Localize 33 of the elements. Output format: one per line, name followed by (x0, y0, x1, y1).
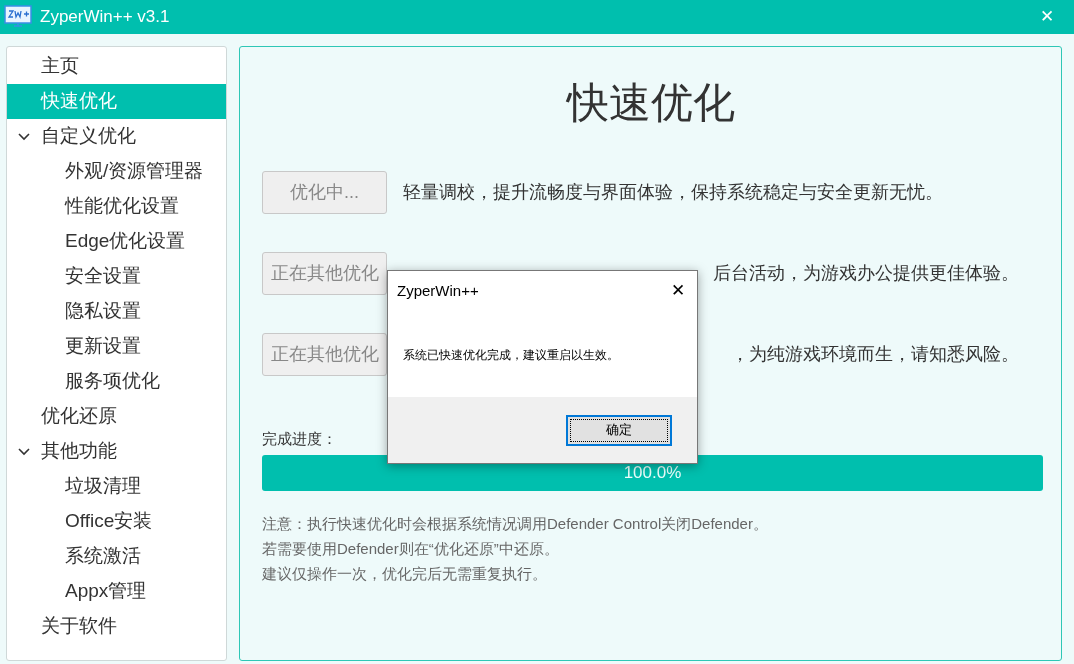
sidebar-item[interactable]: 关于软件 (7, 609, 226, 644)
note-text: 若需要使用Defender则在“优化还原”中还原。 (262, 538, 560, 559)
close-button[interactable]: ✕ (671, 278, 685, 304)
sidebar-item[interactable]: 优化还原 (7, 399, 226, 434)
ok-button[interactable]: 确定 (566, 414, 672, 446)
sidebar-item[interactable]: 系统激活 (7, 539, 226, 574)
sidebar-item[interactable]: 其他功能 (7, 434, 226, 469)
dialog-title: ZyperWin++ (397, 280, 479, 301)
progress-reading: 100.0% (622, 461, 683, 484)
page-heading: 快速优化 (565, 78, 736, 128)
dialog-message: 系统已快速优化完成，建议重启以生效。 (403, 347, 620, 364)
sidebar-item[interactable]: 性能优化设置 (7, 189, 226, 224)
sidebar-item[interactable]: Edge优化设置 (7, 224, 226, 259)
sidebar-item[interactable]: Office安装 (7, 504, 226, 539)
mode-description: 后台活动，为游戏办公提供更佳体验。 (713, 261, 1019, 285)
app-logo-icon (4, 4, 32, 30)
sidebar-item[interactable]: 主页 (7, 49, 226, 84)
mode-description: ，为纯游戏环境而生，请知悉风险。 (731, 342, 1019, 366)
sidebar-item[interactable]: 自定义优化 (7, 119, 226, 154)
sidebar-item[interactable]: 安全设置 (7, 259, 226, 294)
sidebar-item[interactable]: 垃圾清理 (7, 469, 226, 504)
mode-description: 轻量调校，提升流畅度与界面体验，保持系统稳定与安全更新无忧。 (403, 180, 943, 204)
window-title: ZyperWin++ v3.1 (40, 6, 170, 29)
sidebar-item[interactable]: 服务项优化 (7, 364, 226, 399)
sidebar-item[interactable]: 隐私设置 (7, 294, 226, 329)
progress-label: 完成进度： (262, 429, 337, 449)
note-text: 注意：执行快速优化时会根据系统情况调用Defender Control关闭Defender。 (262, 513, 769, 534)
chevron-down-icon[interactable] (17, 131, 31, 142)
note-text: 建议仅操作一次，优化完后无需重复执行。 (262, 563, 548, 584)
sidebar-item[interactable]: 更新设置 (7, 329, 226, 364)
sidebar-item[interactable]: 外观/资源管理器 (7, 154, 226, 189)
sidebar-item[interactable]: Appx管理 (7, 574, 226, 609)
chevron-down-icon[interactable] (17, 446, 31, 457)
